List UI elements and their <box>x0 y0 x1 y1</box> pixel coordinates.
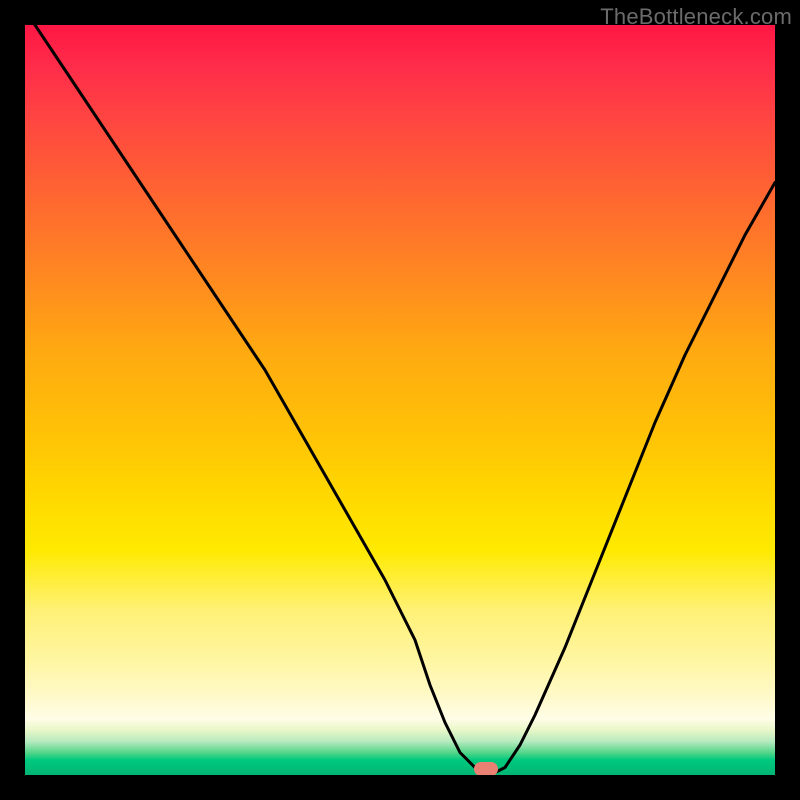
optimal-marker <box>474 762 498 775</box>
bottleneck-curve <box>25 25 775 775</box>
chart-frame: TheBottleneck.com <box>0 0 800 800</box>
watermark-label: TheBottleneck.com <box>600 4 792 30</box>
plot-area <box>25 25 775 775</box>
curve-path <box>25 25 775 775</box>
